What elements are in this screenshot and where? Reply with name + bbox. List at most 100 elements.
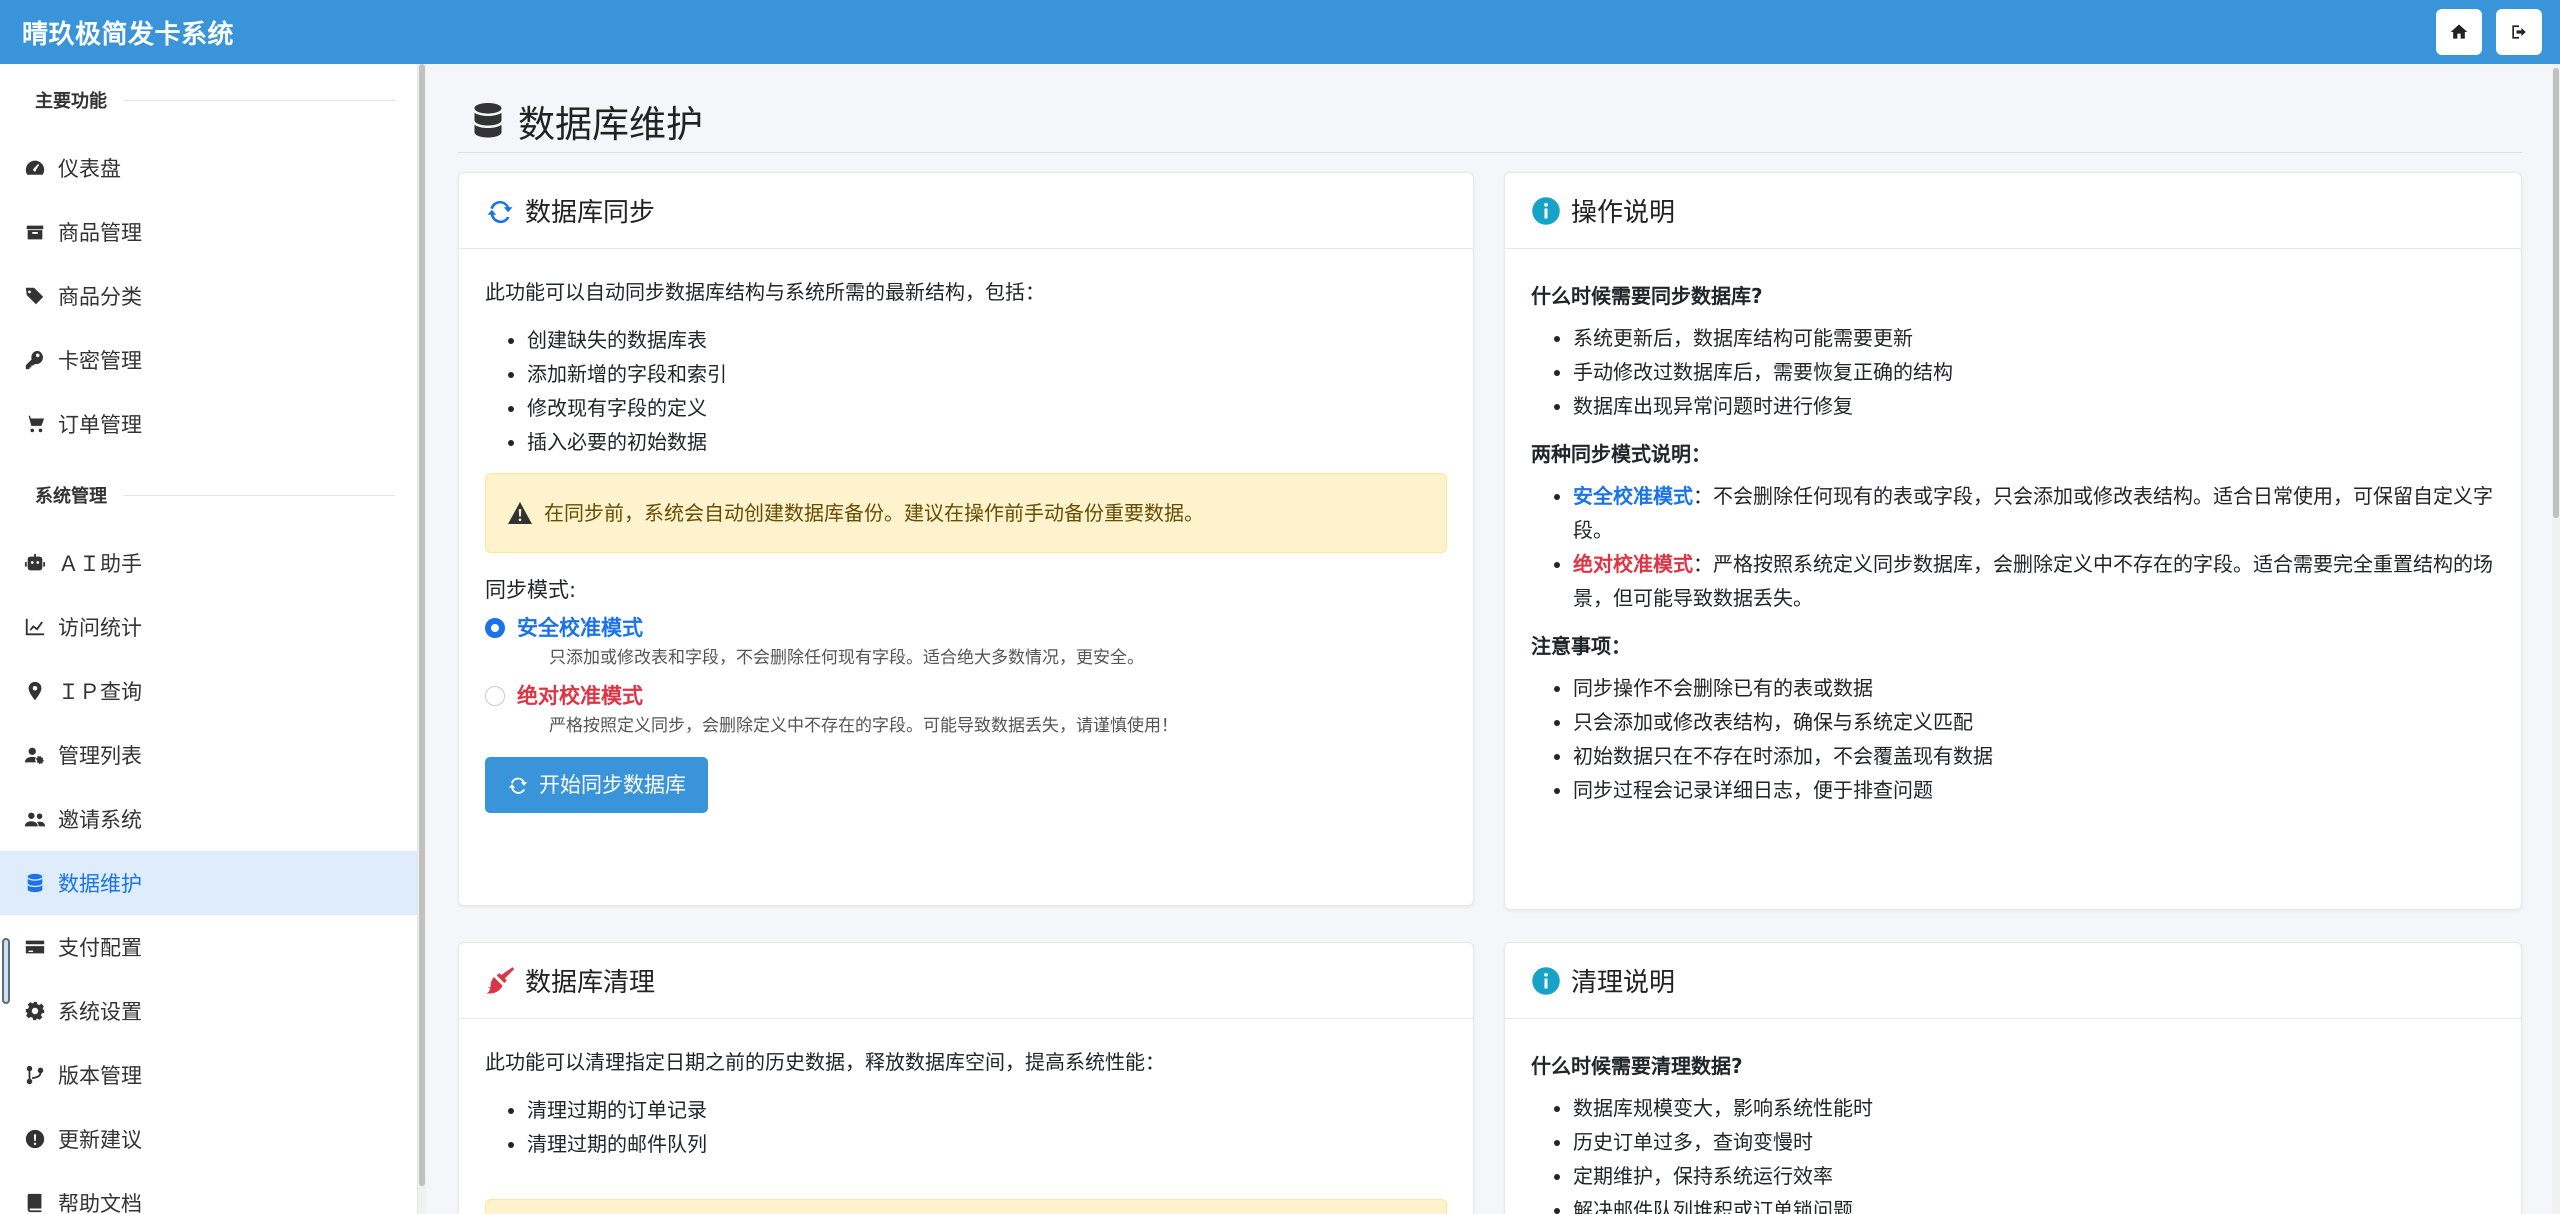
card-body: 此功能可以自动同步数据库结构与系统所需的最新结构，包括： 创建缺失的数据库表 添… [459,249,1473,813]
card-title: 数据库同步 [525,198,656,228]
chart-line-icon [22,614,48,640]
backup-warning-alert: 在同步前，系统会自动创建数据库备份。建议在操作前手动备份重要数据。 [485,473,1447,553]
start-sync-button[interactable]: 开始同步数据库 [485,757,708,813]
absolute-mode-text: ：严格按照系统定义同步数据库，会删除定义中不存在的字段。适合需要完全重置结构的场… [1573,552,2493,610]
sync-icon [508,777,528,794]
card-header: 清理说明 [1505,943,2521,1019]
card-title: 数据库清理 [525,968,656,998]
sidebar-item-categories[interactable]: 商品分类 [0,264,417,328]
safe-mode-desc: 只添加或修改表和字段，不会删除任何现有字段。适合绝大多数情况，更安全。 [549,648,1144,668]
card-body: 什么时候需要同步数据库? 系统更新后，数据库结构可能需要更新 手动修改过数据库后… [1505,249,2521,807]
cleanup-alert [485,1199,1447,1214]
sidebar-item-label: ＩＰ查询 [58,680,142,704]
sync-mode-label: 同步模式: [485,578,577,602]
cleanup-reasons-list: 数据库规模变大，影响系统性能时 历史订单过多，查询变慢时 定期维护，保持系统运行… [1573,1091,2495,1214]
safe-mode-title[interactable]: 安全校准模式 [517,611,643,645]
users-icon [22,806,48,832]
safe-mode-radio[interactable] [485,618,505,638]
sidebar-item-label: 商品分类 [58,285,142,309]
sidebar-item-stats[interactable]: 访问统计 [0,595,417,659]
info-icon [1532,966,1560,995]
sidebar-item-ai-assistant[interactable]: ＡＩ助手 [0,531,417,595]
navbar-actions [2436,9,2542,55]
edge-indicator [2,938,10,1004]
cleanup-intro: 此功能可以清理指定日期之前的历史数据，释放数据库空间，提高系统性能： [485,1050,1165,1074]
sidebar-section-main: 主要功能 [0,64,417,136]
list-item: 清理过期的邮件队列 [527,1127,1447,1161]
sign-out-icon [2512,25,2526,39]
sidebar-item-help[interactable]: 帮助文档 [0,1171,417,1214]
sidebar-item-label: 系统设置 [58,1000,142,1024]
sidebar-section-system: 系统管理 [0,459,417,531]
absolute-mode-name: 绝对校准模式 [1573,552,1693,576]
logout-button[interactable] [2496,9,2542,55]
card-header: 数据库同步 [459,173,1473,249]
list-item: 安全校准模式：不会删除任何现有的表或字段，只会添加或修改表结构。适合日常使用，可… [1573,479,2495,547]
list-item: 数据库出现异常问题时进行修复 [1573,389,2495,423]
list-item: 手动修改过数据库后，需要恢复正确的结构 [1573,355,2495,389]
sidebar-item-label: 更新建议 [58,1128,142,1152]
list-item: 只会添加或修改表结构，确保与系统定义匹配 [1573,705,2495,739]
list-item: 解决邮件队列堆积或订单锁问题 [1573,1193,2495,1214]
sidebar-item-cards[interactable]: 卡密管理 [0,328,417,392]
absolute-mode-option[interactable]: 绝对校准模式 [485,679,1447,713]
key-icon [22,347,48,373]
sidebar-item-orders[interactable]: 订单管理 [0,392,417,456]
sidebar-item-label: ＡＩ助手 [58,552,142,576]
scrollbar-thumb[interactable] [419,64,425,1186]
sidebar: 主要功能 仪表盘 商品管理 商品分类 卡密管理 订单管理 系统管理 ＡＩ助手 访… [0,64,418,1214]
sidebar-item-suggestions[interactable]: 更新建议 [0,1107,417,1171]
reasons-list: 系统更新后，数据库结构可能需要更新 手动修改过数据库后，需要恢复正确的结构 数据… [1573,321,2495,423]
button-label: 开始同步数据库 [539,773,686,797]
sidebar-item-label: 支付配置 [58,936,142,960]
sidebar-item-settings[interactable]: 系统设置 [0,979,417,1043]
sidebar-scrollbar[interactable] [418,64,426,1214]
sidebar-item-versions[interactable]: 版本管理 [0,1043,417,1107]
app-title[interactable]: 晴玖极简发卡系统 [22,14,234,51]
card-header: 操作说明 [1505,173,2521,249]
divider [123,99,395,101]
home-button[interactable] [2436,9,2482,55]
sidebar-item-invite[interactable]: 邀请系统 [0,787,417,851]
sidebar-item-label: 商品管理 [58,221,142,245]
absolute-mode-desc: 严格按照定义同步，会删除定义中不存在的字段。可能导致数据丢失，请谨慎使用！ [549,716,1178,736]
sidebar-item-label: 帮助文档 [58,1192,142,1214]
scrollbar-thumb[interactable] [2553,68,2559,518]
sync-icon [487,200,513,223]
book-icon [22,1190,48,1214]
sync-intro: 此功能可以自动同步数据库结构与系统所需的最新结构，包括： [485,280,1045,304]
robot-icon [22,550,48,576]
absolute-mode-radio[interactable] [485,686,505,706]
list-item: 历史订单过多，查询变慢时 [1573,1125,2495,1159]
absolute-mode-title[interactable]: 绝对校准模式 [517,679,643,713]
section-heading: 注意事项： [1531,634,1631,658]
sync-card: 数据库同步 此功能可以自动同步数据库结构与系统所需的最新结构，包括： 创建缺失的… [458,172,1474,906]
page-title-text: 数据库维护 [518,103,703,146]
card-header: 数据库清理 [459,943,1473,1019]
divider [458,152,2522,153]
sidebar-item-label: 仪表盘 [58,157,121,181]
sidebar-item-admin-list[interactable]: 管理列表 [0,723,417,787]
sidebar-item-products[interactable]: 商品管理 [0,200,417,264]
safe-mode-name: 安全校准模式 [1573,484,1693,508]
list-item: 插入必要的初始数据 [527,425,1447,459]
card-title: 清理说明 [1571,968,1676,998]
sync-feature-list: 创建缺失的数据库表 添加新增的字段和索引 修改现有字段的定义 插入必要的初始数据 [527,323,1447,459]
list-item: 修改现有字段的定义 [527,391,1447,425]
card-body: 什么时候需要清理数据? 数据库规模变大，影响系统性能时 历史订单过多，查询变慢时… [1505,1019,2521,1214]
page-scrollbar[interactable] [2552,64,2560,1214]
sidebar-item-payment[interactable]: 支付配置 [0,915,417,979]
sidebar-item-label: 数据维护 [58,872,142,896]
section-label: 系统管理 [35,486,107,507]
gear-icon [22,998,48,1024]
page-title: 数据库维护 [470,94,703,148]
broom-icon [486,966,515,993]
list-item: 系统更新后，数据库结构可能需要更新 [1573,321,2495,355]
sidebar-item-data-maintenance[interactable]: 数据维护 [0,851,417,915]
sidebar-item-dashboard[interactable]: 仪表盘 [0,136,417,200]
sidebar-item-ip-lookup[interactable]: ＩＰ查询 [0,659,417,723]
safe-mode-option[interactable]: 安全校准模式 [485,611,1447,645]
info-icon [1532,196,1560,225]
notes-list: 同步操作不会删除已有的表或数据 只会添加或修改表结构，确保与系统定义匹配 初始数… [1573,671,2495,807]
list-item: 清理过期的订单记录 [527,1093,1447,1127]
